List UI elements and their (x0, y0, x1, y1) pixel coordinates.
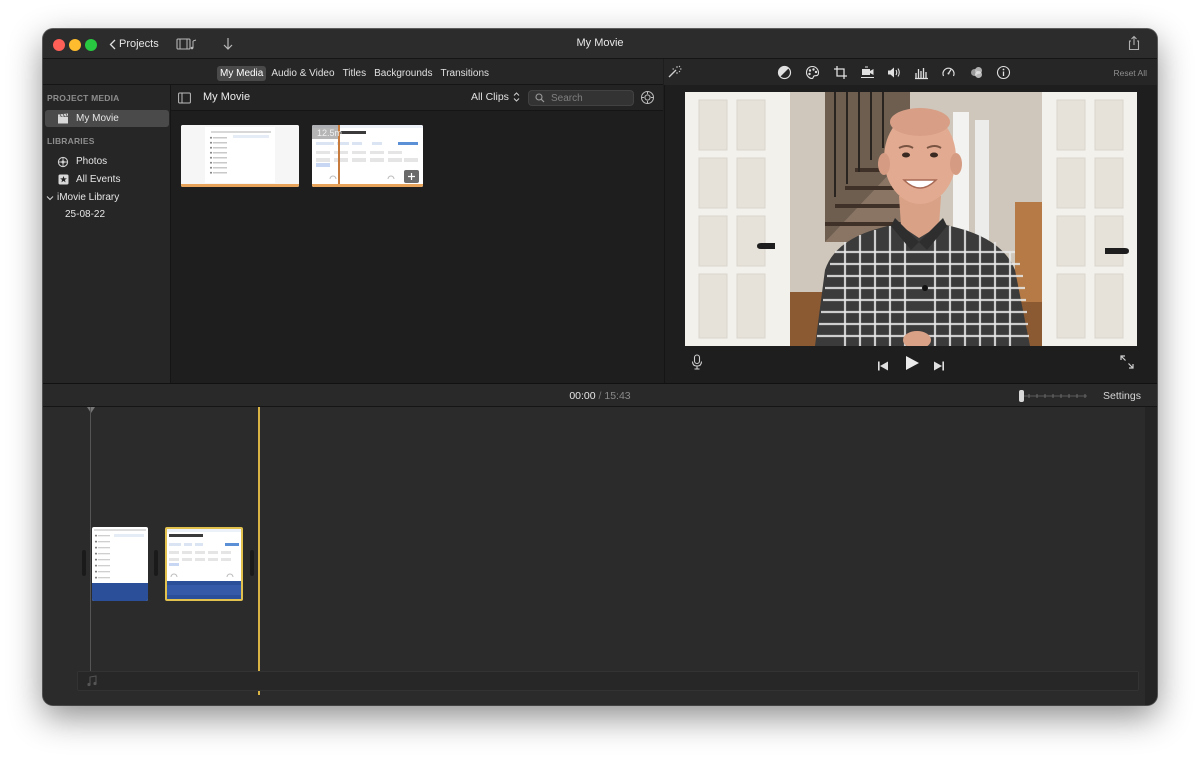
title-bar: Projects My Movie (43, 29, 1157, 59)
window-title: My Movie (576, 37, 624, 49)
updown-chevron-icon (513, 92, 520, 102)
media-browser-title: My Movie (203, 91, 251, 103)
sidebar-item-label: 25-08-22 (65, 209, 106, 220)
timeline-playhead[interactable] (258, 407, 260, 695)
timecode-separator: / (598, 390, 602, 402)
clip-used-indicator (312, 184, 423, 187)
tab-titles[interactable]: Titles (340, 66, 370, 81)
clapperboard-icon (55, 113, 71, 124)
chevron-down-icon (45, 195, 55, 201)
preview-viewer (664, 85, 1157, 383)
clip-preview-image (181, 125, 299, 187)
clip-trim-handle[interactable] (250, 550, 254, 576)
tab-transitions[interactable]: Transitions (437, 66, 492, 81)
sidebar-item-photos[interactable]: Photos (45, 153, 169, 170)
timeline-clip-thumbnail (92, 527, 148, 601)
adjustments-toolbar: Reset All (664, 59, 1157, 85)
timeline-scrollbar[interactable] (1145, 407, 1157, 705)
content-tabs: My Media Audio & Video Titles Background… (217, 66, 494, 81)
music-track-lane[interactable] (77, 671, 1139, 691)
sidebar-item-label: Photos (76, 156, 108, 167)
imovie-window: Projects My Movie My Media Audio & Video… (43, 29, 1157, 705)
video-preview[interactable] (685, 92, 1137, 346)
magic-wand-icon[interactable] (666, 65, 682, 84)
timeline-header: 00:00 / 15:43 Settings (43, 383, 1157, 407)
volume-icon[interactable] (886, 65, 902, 85)
total-duration: 15:43 (604, 390, 631, 402)
timeline-clip-selected[interactable] (165, 527, 243, 601)
tab-my-media[interactable]: My Media (217, 66, 267, 81)
libraries-sidebar: PROJECT MEDIA My Movie LIBRARIES Photos … (43, 85, 171, 383)
music-note-icon (87, 675, 97, 687)
stabilization-icon[interactable] (860, 65, 875, 85)
sidebar-toggle-icon[interactable] (178, 91, 191, 109)
sidebar-item-imovie-library[interactable]: iMovie Library (45, 189, 169, 206)
photos-icon (55, 156, 71, 168)
project-media-header: PROJECT MEDIA (47, 93, 120, 103)
browser-settings-gear-icon[interactable] (640, 90, 655, 110)
clip-duration-label: 12.5m (317, 128, 343, 138)
media-clip-thumbnail[interactable] (181, 125, 299, 187)
timeline-settings-button[interactable]: Settings (1103, 390, 1141, 402)
skip-forward-icon[interactable] (933, 358, 945, 376)
sidebar-item-my-movie[interactable]: My Movie (45, 110, 169, 127)
timecode-display: 00:00 / 15:43 (43, 390, 1157, 402)
clip-used-indicator (181, 184, 299, 187)
current-time: 00:00 (569, 390, 596, 402)
equalizer-icon[interactable] (914, 65, 929, 85)
color-correction-icon[interactable] (805, 65, 820, 85)
info-icon[interactable] (996, 65, 1011, 85)
clip-filter-dropdown[interactable]: All Clips (471, 91, 520, 103)
crop-icon[interactable] (833, 65, 848, 85)
sidebar-item-all-events[interactable]: All Events (45, 171, 169, 188)
media-browser-header: My Movie All Clips (171, 85, 663, 111)
search-field[interactable] (528, 90, 634, 106)
speed-icon[interactable] (941, 65, 956, 85)
project-timeline[interactable] (43, 407, 1157, 705)
tab-audio-video[interactable]: Audio & Video (268, 66, 337, 81)
timeline-zoom-slider[interactable] (1019, 389, 1089, 402)
timeline-clip-thumbnail (167, 529, 241, 599)
libraries-header: LIBRARIES (47, 136, 95, 146)
skip-back-icon[interactable] (877, 358, 889, 376)
reset-all-button[interactable]: Reset All (1113, 68, 1147, 78)
media-clip-thumbnail[interactable]: 12.5m (312, 125, 423, 187)
voiceover-microphone-icon[interactable] (691, 354, 703, 375)
search-input[interactable] (551, 92, 631, 104)
sidebar-item-label: My Movie (76, 113, 119, 124)
search-icon (535, 93, 545, 103)
play-icon[interactable] (904, 355, 920, 376)
color-balance-icon[interactable] (777, 65, 792, 85)
tab-backgrounds[interactable]: Backgrounds (371, 66, 435, 81)
share-icon[interactable] (1127, 35, 1141, 56)
media-browser-grid: 12.5m (171, 111, 663, 383)
clip-trim-handle[interactable] (154, 550, 158, 576)
fullscreen-icon[interactable] (1120, 355, 1134, 374)
timeline-start-line (90, 407, 91, 683)
clip-trim-handle[interactable] (82, 550, 86, 576)
sidebar-item-label: iMovie Library (57, 192, 120, 203)
browser-tab-bar: My Media Audio & Video Titles Background… (43, 59, 663, 85)
clip-filter-icon[interactable] (969, 65, 984, 85)
star-icon (55, 174, 71, 185)
sidebar-item-label: All Events (76, 174, 121, 185)
sidebar-item-event-25-08-22[interactable]: 25-08-22 (45, 206, 169, 223)
video-frame-image (685, 92, 1137, 346)
playhead-marker-icon (87, 407, 95, 413)
timeline-clip[interactable] (92, 527, 148, 601)
clip-filter-label: All Clips (471, 91, 509, 103)
